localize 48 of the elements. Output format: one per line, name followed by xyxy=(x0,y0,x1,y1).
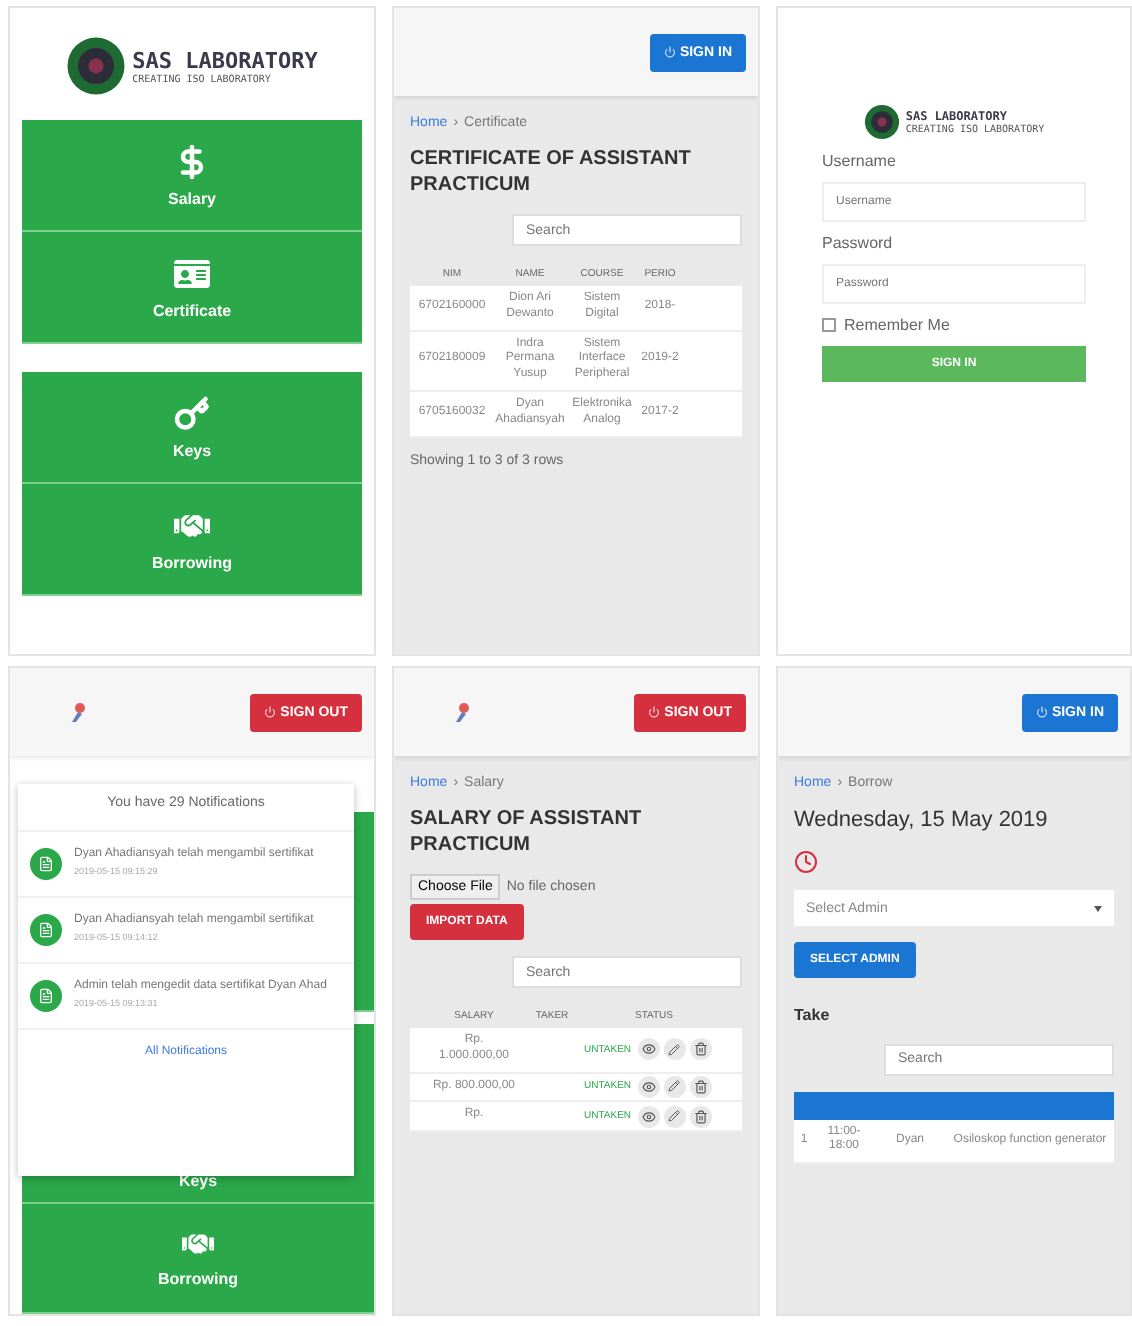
user-icon xyxy=(454,702,470,722)
menu-tile[interactable]: Certificate xyxy=(22,232,362,344)
field-label: Password xyxy=(822,234,895,252)
dropdown-arrow-icon xyxy=(1094,905,1102,912)
date-title: Wednesday, 15 May 2019 xyxy=(794,806,1050,835)
trash-icon xyxy=(693,1109,708,1124)
field-label: Username xyxy=(822,152,898,170)
document-icon xyxy=(38,922,54,938)
delete-button[interactable] xyxy=(689,1105,712,1128)
edit-button[interactable] xyxy=(663,1075,686,1098)
document-icon xyxy=(38,856,54,872)
power-icon xyxy=(648,706,661,718)
user-icon xyxy=(70,702,86,722)
page-title: CERTIFICATE OF ASSISTANT PRACTICUM xyxy=(410,146,693,198)
menu-tile[interactable]: Borrowing xyxy=(22,1204,374,1314)
eye-icon xyxy=(641,1079,656,1094)
logo-icon xyxy=(863,104,900,140)
key-icon xyxy=(174,395,210,431)
remember-checkbox[interactable] xyxy=(822,318,836,332)
document-icon xyxy=(38,988,54,1004)
page-title: SALARY OF ASSISTANT PRACTICUM xyxy=(410,806,644,858)
view-button[interactable] xyxy=(637,1075,660,1098)
delete-button[interactable] xyxy=(689,1038,712,1061)
edit-button[interactable] xyxy=(663,1038,686,1061)
clock-icon xyxy=(794,850,818,875)
id-card-icon xyxy=(174,255,210,291)
power-icon xyxy=(264,706,277,718)
edit-button[interactable] xyxy=(663,1105,686,1128)
menu-tile[interactable]: Borrowing xyxy=(22,484,362,596)
eye-icon xyxy=(641,1042,656,1057)
view-button[interactable] xyxy=(637,1038,660,1061)
eye-icon xyxy=(641,1109,656,1124)
pencil-icon xyxy=(668,1080,681,1093)
view-button[interactable] xyxy=(637,1105,660,1128)
section-title: Take xyxy=(794,1006,832,1028)
delete-button[interactable] xyxy=(689,1075,712,1098)
logo-icon xyxy=(66,36,127,96)
pencil-icon xyxy=(668,1043,681,1056)
menu-tile[interactable]: Keys xyxy=(22,372,362,484)
menu-tile[interactable]: Salary xyxy=(22,120,362,232)
trash-icon xyxy=(693,1042,708,1057)
logo-title: SAS LABORATORY xyxy=(132,47,318,73)
power-icon xyxy=(663,46,676,58)
handshake-icon xyxy=(182,1228,214,1260)
power-icon xyxy=(1035,706,1048,718)
trash-icon xyxy=(693,1079,708,1094)
pencil-icon xyxy=(668,1110,681,1123)
checkbox-label: Remember Me xyxy=(844,316,950,334)
